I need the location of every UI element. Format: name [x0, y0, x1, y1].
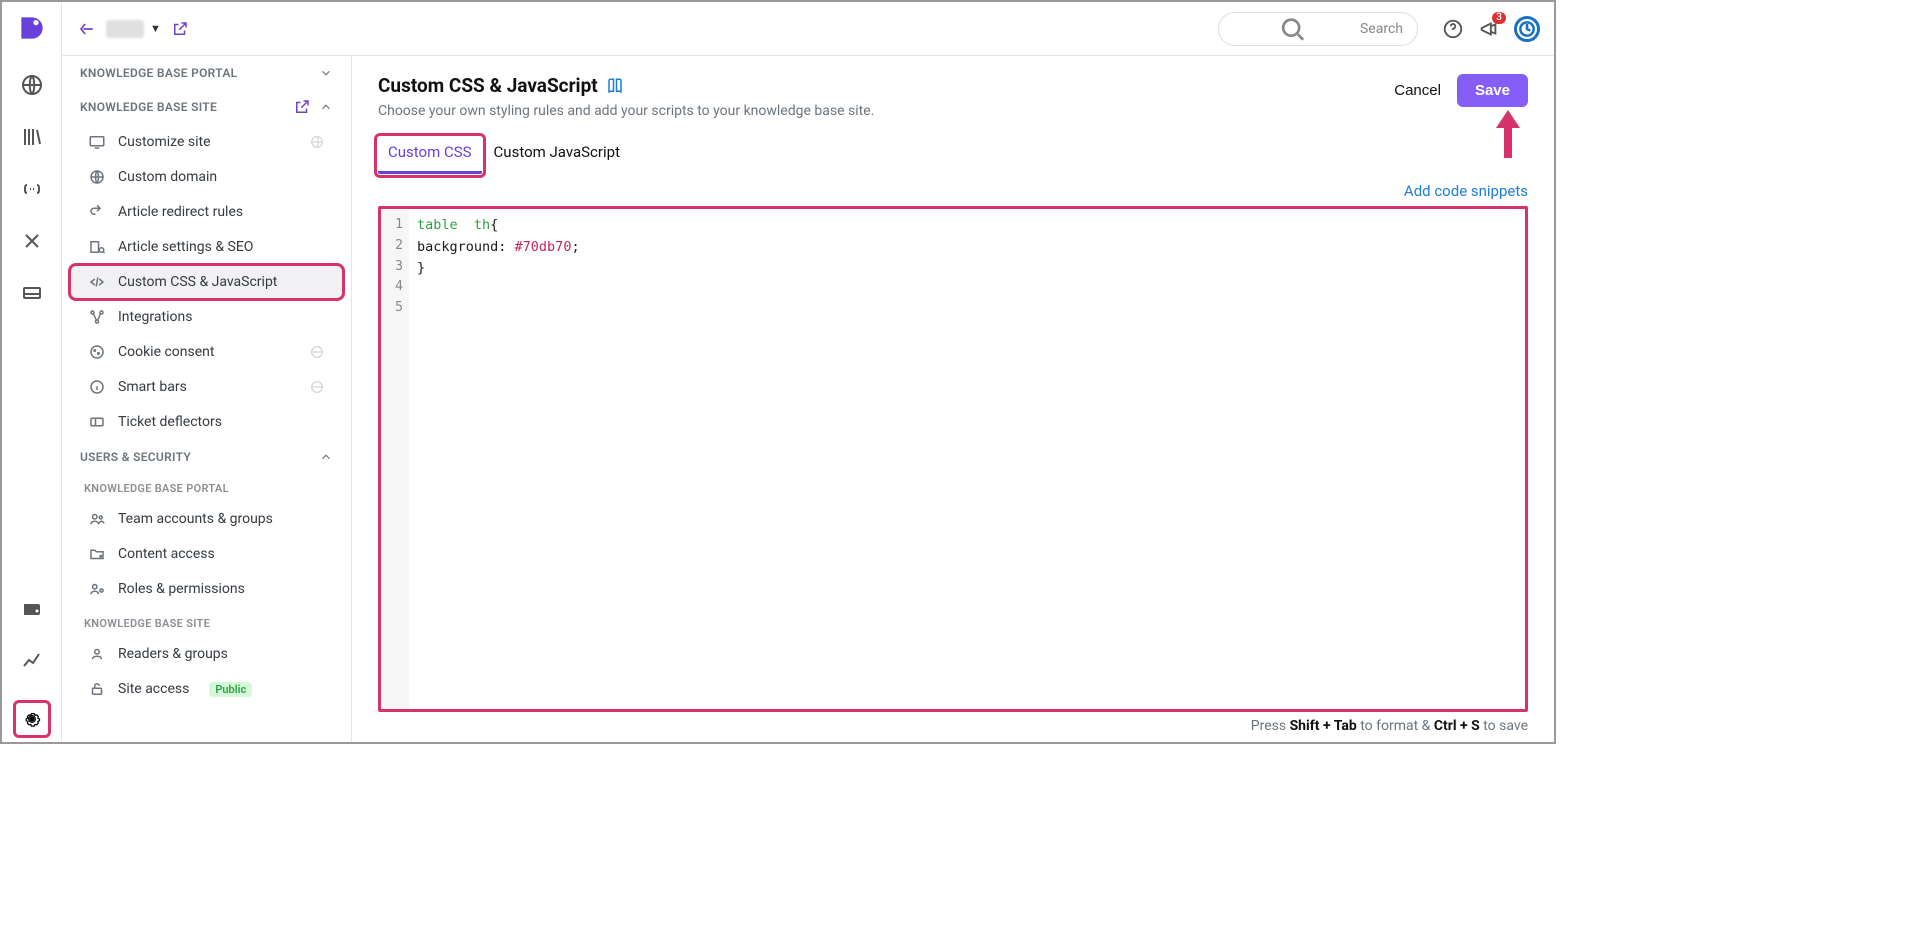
ticket-icon	[88, 413, 106, 431]
chevron-up-icon	[319, 100, 333, 114]
group-users-security[interactable]: USERS & SECURITY	[62, 440, 351, 472]
public-badge: Public	[209, 682, 252, 697]
info-icon	[88, 378, 106, 396]
nav-customize-site[interactable]: Customize site	[70, 125, 343, 159]
globe-icon	[309, 134, 325, 150]
collapse-sidebar-icon[interactable]	[76, 19, 96, 39]
nav-readers-groups[interactable]: Readers & groups	[70, 637, 343, 671]
tab-custom-css[interactable]: Custom CSS	[378, 137, 482, 174]
help-icon[interactable]	[1442, 18, 1464, 40]
chevron-up-icon	[319, 450, 333, 464]
unlock-icon	[88, 680, 106, 698]
add-code-snippets-link[interactable]: Add code snippets	[1404, 182, 1528, 200]
nav-cookie-consent[interactable]: Cookie consent	[70, 335, 343, 369]
nav-roles-permissions[interactable]: Roles & permissions	[70, 572, 343, 606]
cookie-icon	[88, 343, 106, 361]
settings-icon[interactable]	[13, 700, 51, 738]
drive-icon[interactable]	[20, 281, 44, 305]
notification-badge: 3	[1492, 12, 1506, 24]
nav-smart-bars[interactable]: Smart bars	[70, 370, 343, 404]
line-gutter: 1 2 3 4 5	[381, 209, 409, 709]
sub-kb-portal: KNOWLEDGE BASE PORTAL	[62, 472, 351, 501]
project-selector[interactable]: ▼	[106, 20, 161, 38]
group-kb-portal[interactable]: KNOWLEDGE BASE PORTAL	[62, 56, 351, 88]
nav-site-access[interactable]: Site access Public	[70, 672, 343, 706]
globe-icon	[309, 344, 325, 360]
users-icon	[88, 510, 106, 528]
folder-lock-icon	[88, 545, 106, 563]
code-textarea[interactable]: table th{ background: #70db70; }	[409, 209, 1525, 709]
left-rail	[2, 2, 62, 742]
nav-article-redirect[interactable]: Article redirect rules	[70, 195, 343, 229]
cancel-button[interactable]: Cancel	[1394, 82, 1441, 99]
editor-hint: Press Shift + Tab to format & Ctrl + S t…	[378, 718, 1528, 734]
save-button[interactable]: Save	[1457, 74, 1528, 107]
globe-icon	[88, 168, 106, 186]
library-icon[interactable]	[20, 125, 44, 149]
tab-custom-js[interactable]: Custom JavaScript	[484, 137, 630, 174]
app-logo	[16, 12, 48, 44]
sidebar: KNOWLEDGE BASE PORTAL KNOWLEDGE BASE SIT…	[62, 2, 352, 742]
nav-ticket-deflectors[interactable]: Ticket deflectors	[70, 405, 343, 439]
tools-icon[interactable]	[20, 229, 44, 253]
nav-team-accounts[interactable]: Team accounts & groups	[70, 502, 343, 536]
project-thumbnail	[106, 20, 144, 38]
search-placeholder: Search	[1360, 21, 1403, 37]
caret-down-icon: ▼	[150, 22, 161, 35]
book-icon[interactable]	[606, 77, 624, 95]
main-content: Custom CSS & JavaScript Choose your own …	[352, 56, 1554, 742]
globe-icon	[309, 379, 325, 395]
wallet-icon[interactable]	[20, 596, 44, 620]
nav-custom-domain[interactable]: Custom domain	[70, 160, 343, 194]
open-external-icon[interactable]	[171, 20, 189, 38]
integrations-icon	[88, 308, 106, 326]
user-avatar[interactable]	[1514, 16, 1540, 42]
nav-article-settings-seo[interactable]: Article settings & SEO	[70, 230, 343, 264]
monitor-icon	[88, 133, 106, 151]
code-editor[interactable]: 1 2 3 4 5 table th{ background: #70db70;…	[378, 206, 1528, 712]
nav-integrations[interactable]: Integrations	[70, 300, 343, 334]
announce-icon[interactable]: 3	[1478, 18, 1500, 40]
topbar: ▼ Search 3	[62, 2, 1554, 56]
readers-icon	[88, 645, 106, 663]
search-icon	[1233, 13, 1352, 45]
roles-icon	[88, 580, 106, 598]
group-kb-site[interactable]: KNOWLEDGE BASE SITE	[62, 88, 351, 124]
globe-icon[interactable]	[20, 73, 44, 97]
api-icon[interactable]	[20, 177, 44, 201]
chevron-down-icon	[319, 66, 333, 80]
page-subtitle: Choose your own styling rules and add yo…	[378, 103, 874, 119]
search-input[interactable]: Search	[1218, 12, 1418, 46]
sub-kb-site: KNOWLEDGE BASE SITE	[62, 607, 351, 636]
redirect-icon	[88, 203, 106, 221]
seo-icon	[88, 238, 106, 256]
page-title: Custom CSS & JavaScript	[378, 74, 598, 97]
analytics-icon[interactable]	[20, 648, 44, 672]
nav-content-access[interactable]: Content access	[70, 537, 343, 571]
open-external-icon[interactable]	[293, 98, 311, 116]
code-icon	[88, 273, 106, 291]
nav-custom-css-js[interactable]: Custom CSS & JavaScript	[70, 265, 343, 299]
tabs: Custom CSS Custom JavaScript	[378, 137, 1528, 174]
